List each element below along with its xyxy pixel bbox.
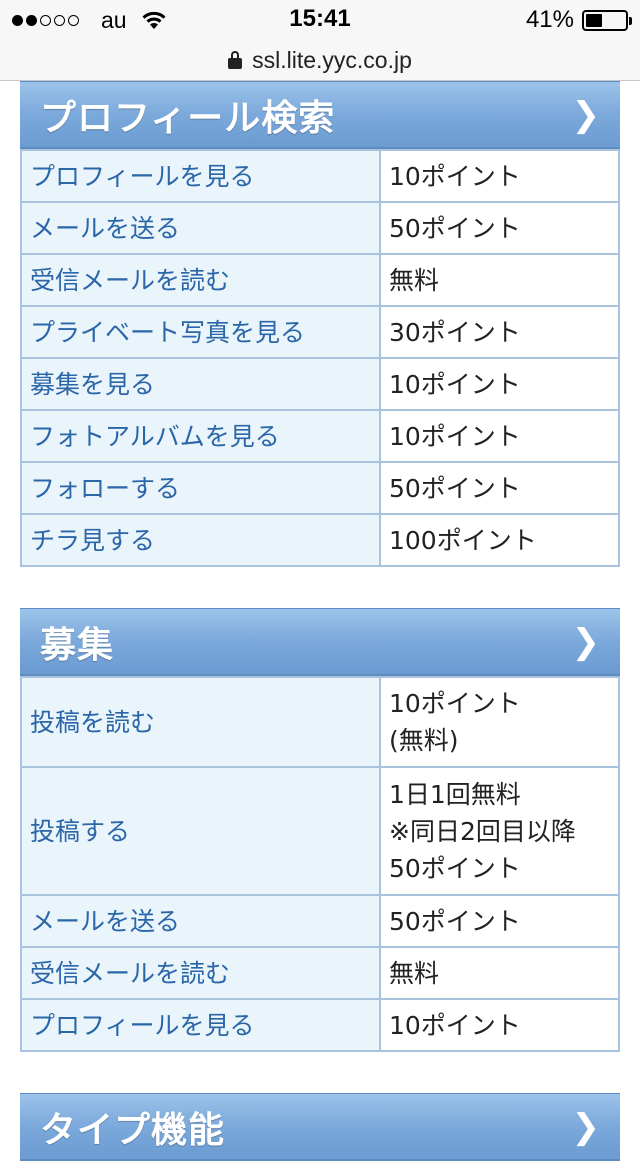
row-value: 10ポイント [379,357,620,411]
section-header-recruit[interactable]: 募集 ❯ [20,608,620,676]
table-row: 投稿を読む 10ポイント (無料) [20,676,620,768]
section-header-profile-search[interactable]: プロフィール検索 ❯ [20,81,620,149]
row-value: 10ポイント [379,149,620,203]
section-title: プロフィール検索 [40,97,336,139]
battery-percentage: 41% [525,6,574,33]
row-value: 100ポイント [379,513,620,567]
table-row: 募集を見る 10ポイント [20,357,620,411]
table-row: 受信メールを読む 無料 [20,253,620,307]
row-value: 10ポイント [379,409,620,463]
points-table: 投稿を読む 10ポイント (無料) 投稿する 1日1回無料 ※同日2回目以降 5… [20,676,620,1052]
table-row: プロフィールを見る 10ポイント [20,149,620,203]
row-label: 受信メールを読む [20,253,381,307]
section-type-feature: タイプ機能 ❯ [20,1093,620,1161]
lock-icon [228,51,243,69]
row-label: プロフィールを見る [20,998,381,1052]
section-header-type-feature[interactable]: タイプ機能 ❯ [20,1093,620,1161]
row-label: 投稿する [20,766,381,896]
section-title: 募集 [40,624,115,666]
row-label: フォローする [20,461,381,515]
row-value: 30ポイント [379,305,620,359]
table-row: プライベート写真を見る 30ポイント [20,305,620,359]
table-row: メールを送る 50ポイント [20,201,620,255]
battery-icon [582,9,632,31]
row-value: 50ポイント [379,894,620,948]
value-line: (無料) [389,726,459,755]
row-label: 受信メールを読む [20,946,381,1000]
chevron-right-icon[interactable]: ❯ [572,622,601,662]
row-value: 1日1回無料 ※同日2回目以降 50ポイント [379,766,620,896]
row-label: 投稿を読む [20,676,381,768]
table-row: チラ見する 100ポイント [20,513,620,567]
row-label: 募集を見る [20,357,381,411]
table-row: 受信メールを読む 無料 [20,946,620,1000]
row-value: 無料 [379,253,620,307]
row-value: 無料 [379,946,620,1000]
row-label: チラ見する [20,513,381,567]
page-content: プロフィール検索 ❯ プロフィールを見る 10ポイント メールを送る 50ポイント … [0,81,640,1161]
row-label: メールを送る [20,894,381,948]
section-title: タイプ機能 [40,1109,226,1151]
table-row: 投稿する 1日1回無料 ※同日2回目以降 50ポイント [20,766,620,896]
table-row: フォトアルバムを見る 10ポイント [20,409,620,463]
value-line: ※同日2回目以降 [389,816,576,846]
value-line: 1日1回無料 [389,779,521,809]
section-profile-search: プロフィール検索 ❯ プロフィールを見る 10ポイント メールを送る 50ポイント … [20,81,620,567]
chevron-right-icon[interactable]: ❯ [572,95,601,135]
row-label: プロフィールを見る [20,149,381,203]
row-value: 10ポイント (無料) [379,676,620,768]
table-row: フォローする 50ポイント [20,461,620,515]
value-line: 10ポイント [389,689,521,718]
table-row: メールを送る 50ポイント [20,894,620,948]
row-value: 10ポイント [379,998,620,1052]
row-label: プライベート写真を見る [20,305,381,359]
chevron-right-icon[interactable]: ❯ [572,1107,601,1147]
row-value: 50ポイント [379,461,620,515]
table-row: プロフィールを見る 10ポイント [20,998,620,1052]
address-bar[interactable]: ssl.lite.yyc.co.jp [0,40,640,81]
url-text[interactable]: ssl.lite.yyc.co.jp [252,47,412,74]
row-label: メールを送る [20,201,381,255]
row-label: フォトアルバムを見る [20,409,381,463]
row-value: 50ポイント [379,201,620,255]
status-bar: au 15:41 41% [0,0,640,40]
value-line: 50ポイント [389,853,521,883]
points-table: プロフィールを見る 10ポイント メールを送る 50ポイント 受信メールを読む 無料 … [20,149,620,567]
section-recruit: 募集 ❯ 投稿を読む 10ポイント (無料) 投稿する 1日1回無料 ※同日2回… [20,608,620,1052]
